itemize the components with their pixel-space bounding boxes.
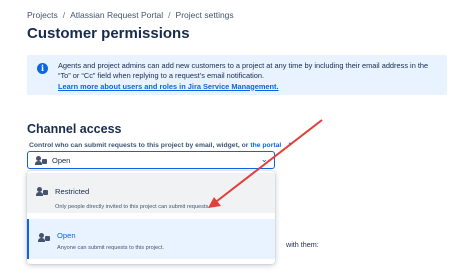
learn-more-link[interactable]: Learn more about users and roles in Jira… — [58, 82, 438, 92]
channel-access-heading: Channel access — [27, 122, 122, 136]
option-open[interactable]: Open Anyone can submit requests to this … — [27, 219, 275, 259]
breadcrumb-separator: / — [62, 10, 66, 20]
breadcrumb: Projects / Atlassian Request Portal / Projec… — [27, 10, 234, 20]
user-lock-icon — [35, 156, 47, 165]
info-text: Agents and project admins can add new cu… — [58, 61, 438, 92]
option-description: Anyone can submit requests to this proje… — [57, 245, 164, 251]
chevron-down-icon[interactable]: ⌄ — [260, 154, 268, 165]
breadcrumb-projects[interactable]: Projects — [27, 10, 58, 20]
user-lock-icon — [38, 233, 50, 242]
option-title: Restricted — [55, 187, 90, 196]
page-title: Customer permissions — [27, 25, 190, 42]
option-description: Only people directly invited to this pro… — [55, 204, 210, 210]
channel-access-menu: Restricted Only people directly invited … — [27, 171, 275, 264]
channel-access-label-text: Control who can submit requests to this … — [29, 142, 249, 149]
info-icon: i — [37, 63, 48, 74]
portal-link[interactable]: the portal — [250, 142, 281, 149]
info-panel: i Agents and project admins can add new … — [27, 55, 447, 95]
breadcrumb-project-settings[interactable]: Project settings — [176, 10, 234, 20]
option-title: Open — [57, 231, 76, 240]
select-value: Open — [52, 156, 71, 165]
external-link-icon[interactable]: ↗ — [286, 141, 292, 149]
breadcrumb-separator: / — [168, 10, 171, 20]
user-lock-icon — [36, 187, 48, 196]
channel-access-label: Control who can submit requests to this … — [29, 141, 292, 149]
channel-access-select[interactable]: Open ⌄ — [27, 151, 275, 169]
info-message: Agents and project admins can add new cu… — [58, 61, 429, 81]
option-restricted[interactable]: Restricted Only people directly invited … — [27, 173, 275, 213]
breadcrumb-portal[interactable]: Atlassian Request Portal — [70, 10, 163, 20]
partial-background-text: with them: — [286, 240, 319, 249]
